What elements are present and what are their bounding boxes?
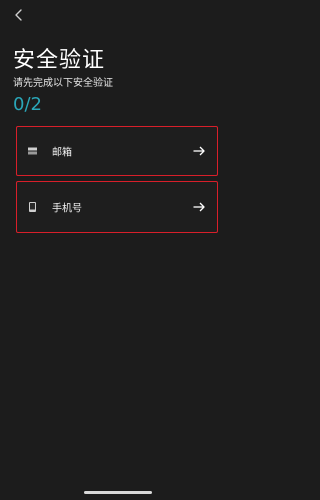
mailbox-icon: [27, 146, 38, 157]
phone-verification-option[interactable]: 手机号: [16, 181, 218, 233]
arrow-right-icon: [193, 202, 205, 212]
verification-options: 邮箱 手机号: [16, 126, 220, 233]
chevron-left-icon: [15, 9, 22, 21]
arrow-right-icon: [193, 146, 205, 156]
page-subtitle: 请先完成以下安全验证: [13, 78, 113, 89]
back-button[interactable]: [10, 6, 28, 24]
home-indicator: [83, 491, 152, 494]
email-option-label: 邮箱: [52, 147, 72, 159]
phone-icon: [27, 202, 38, 213]
email-verification-option[interactable]: 邮箱: [16, 126, 218, 176]
verification-progress: 0/2: [13, 94, 42, 115]
phone-option-label: 手机号: [52, 203, 82, 215]
page-title: 安全验证: [13, 48, 106, 73]
